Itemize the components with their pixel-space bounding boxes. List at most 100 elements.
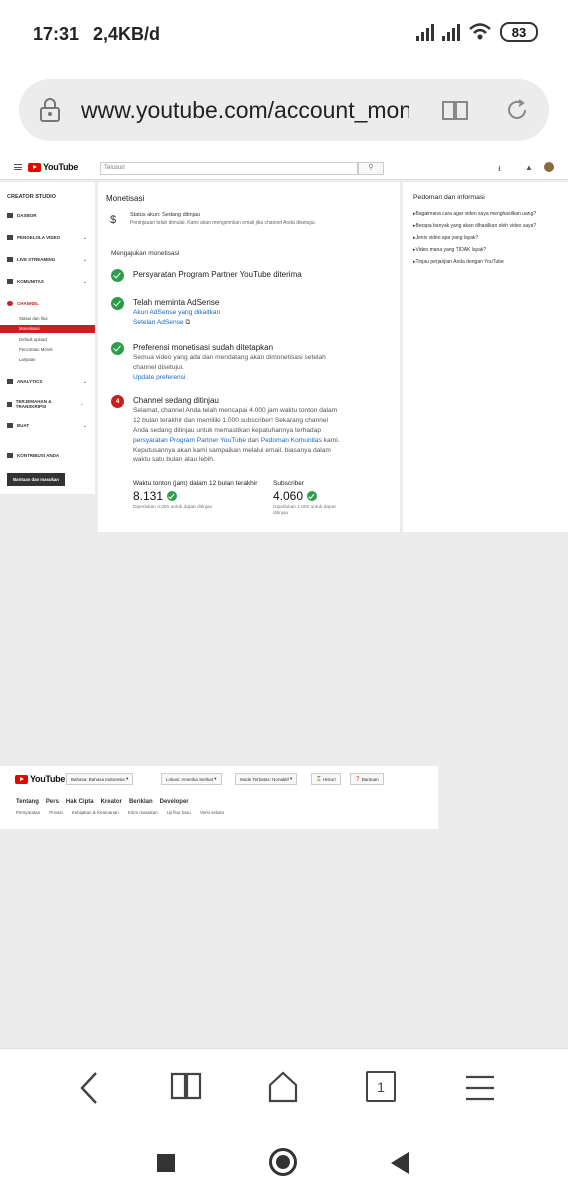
check-icon: [111, 297, 124, 310]
sidebar-item-community[interactable]: KOMUNITAS ⌄: [7, 278, 89, 285]
network-speed: 2,4KB/d: [93, 24, 161, 44]
watch-time-stat: Waktu tonton (jam) dalam 12 bulan terakh…: [133, 480, 258, 510]
chevron-down-icon: ⌄: [82, 256, 87, 263]
home-button-icon[interactable]: [269, 1148, 297, 1176]
reload-icon[interactable]: [505, 98, 529, 122]
sidebar-item-contributions[interactable]: KONTRIBUSI ANDA: [7, 453, 89, 458]
footer-links-primary: Tentang Pers Hak Cipta Kreator Beriklan …: [16, 799, 189, 805]
chevron-down-icon: ⌄: [82, 278, 87, 285]
check-icon: [111, 269, 124, 282]
translate-icon: [7, 401, 12, 407]
adsense-account-link[interactable]: Akun AdSense yang dikaitkan: [133, 308, 343, 318]
back-icon[interactable]: [78, 1071, 100, 1105]
url-text[interactable]: www.youtube.com/account_monetization: [81, 97, 409, 124]
external-link-icon: ⧉: [185, 318, 191, 326]
subscriber-stat: Subscriber 4.060 Diperlukan 1.000 untuk …: [273, 480, 336, 517]
footer-link[interactable]: Beriklan: [129, 799, 153, 805]
guideline-link[interactable]: Video mana yang TIDAK layak?: [413, 247, 487, 253]
create-icon: [7, 423, 13, 428]
sidebar-item-live-streaming[interactable]: LIVE STREAMING ⌄: [7, 256, 89, 263]
web-page: YouTube Telusuri ⚲ ⭳ ▲ CREATOR STUDIO DA…: [0, 154, 568, 1044]
menu-icon[interactable]: [465, 1075, 495, 1101]
youtube-logo[interactable]: YouTube: [15, 774, 65, 784]
hourglass-icon: ⌛: [316, 776, 322, 781]
community-guidelines-link[interactable]: Pedoman Komunitas: [261, 437, 322, 444]
sidebar-sub-monetization[interactable]: Monetisasi: [0, 325, 95, 333]
dashboard-icon: [7, 213, 13, 218]
sidebar-sub-status[interactable]: Status dan fitur: [19, 316, 48, 321]
sidebar-item-create[interactable]: BUAT ⌄: [7, 423, 89, 429]
check-icon: [307, 491, 318, 501]
sidebar-item-video-manager[interactable]: PENGELOLA VIDEO ⌄: [7, 234, 89, 241]
footer-link[interactable]: Kirim masukan: [128, 810, 158, 815]
search-input[interactable]: Telusuri: [100, 162, 358, 175]
footer-link[interactable]: Kebijakan & Keamanan: [72, 810, 119, 815]
menu-icon[interactable]: [14, 164, 22, 170]
sidebar-sub-upload-defaults[interactable]: Default upload: [19, 337, 47, 342]
channel-icon: [7, 301, 13, 306]
bell-icon[interactable]: ▲: [525, 163, 533, 172]
video-manager-icon: [7, 235, 13, 240]
account-status-desc: Peninjauan telah dimulai. Kami akan meng…: [130, 220, 316, 226]
help-icon: ❓: [355, 776, 361, 781]
footer-link[interactable]: Persyaratan: [16, 810, 40, 815]
home-icon[interactable]: [267, 1071, 299, 1103]
sidebar-item-dasbor[interactable]: DASBOR: [7, 213, 89, 218]
clock: 17:31: [33, 24, 80, 44]
sidebar-sub-advanced[interactable]: Lanjutan: [19, 357, 36, 362]
restricted-mode-button[interactable]: Mode Terbatas: Nonaktif ▾: [235, 773, 298, 785]
reader-mode-icon[interactable]: [441, 99, 469, 121]
address-field[interactable]: www.youtube.com/account_monetization: [19, 79, 549, 141]
chevron-down-icon: ⌄: [82, 234, 87, 241]
recents-icon[interactable]: [157, 1154, 175, 1172]
search-icon: ⚲: [368, 164, 374, 171]
history-button[interactable]: ⌛ Histori: [311, 773, 341, 785]
signal-icon: [416, 23, 434, 41]
lock-icon: [40, 98, 60, 122]
section-title: Mengajukan monetisasi: [111, 250, 180, 257]
footer-link[interactable]: Tentang: [16, 799, 39, 805]
upload-icon[interactable]: ⭳: [498, 163, 501, 177]
live-icon: [7, 257, 13, 262]
youtube-logo[interactable]: YouTube: [28, 162, 78, 172]
sidebar-item-analytics[interactable]: ANALYTICS ⌄: [7, 378, 89, 385]
guideline-link[interactable]: Tinjau perjanjian Anda dengan YouTube: [413, 259, 504, 265]
community-icon: [7, 279, 13, 284]
help-button[interactable]: ❓ Bantuan: [350, 773, 384, 785]
guideline-link[interactable]: Berapa banyak yang akan dihasilkan oleh …: [413, 223, 537, 229]
monetization-panel: Monetisasi $ Status akun: Sedang ditinja…: [98, 182, 400, 532]
yt-header: YouTube Telusuri ⚲ ⭳ ▲: [0, 154, 568, 180]
android-nav-bar: [0, 1126, 568, 1200]
search-button[interactable]: ⚲: [358, 162, 384, 175]
tabs-button[interactable]: 1: [366, 1071, 396, 1102]
update-preferences-link[interactable]: Update preferensi: [133, 373, 343, 383]
guidelines-title: Pedoman dan informasi: [413, 194, 485, 201]
avatar[interactable]: [544, 162, 554, 172]
chevron-down-icon: ⌄: [80, 401, 84, 406]
footer-link[interactable]: Pers: [46, 799, 59, 805]
guideline-link[interactable]: Jenis video apa yang layak?: [413, 235, 479, 241]
contribution-icon: [7, 453, 13, 458]
sidebar-item-translations[interactable]: TERJEMAHAN & TRANSKRIPSI: [7, 399, 69, 409]
sidebar-sub-branding[interactable]: Pencitraan Merek: [19, 347, 53, 352]
footer-link[interactable]: Uji fitur baru: [167, 810, 191, 815]
footer-link[interactable]: Hak Cipta: [66, 799, 94, 805]
chevron-down-icon: ⌄: [82, 378, 87, 385]
adsense-settings-link[interactable]: Setelan AdSense ⧉: [133, 318, 343, 328]
bookmarks-icon[interactable]: [170, 1071, 202, 1101]
play-logo-icon: [15, 774, 28, 784]
location-button[interactable]: Lokasi: Amerika Serikat ▾: [161, 773, 222, 785]
footer-link[interactable]: Kreator: [101, 799, 122, 805]
footer-link[interactable]: Versi seluler: [200, 810, 225, 815]
footer-link[interactable]: Privasi: [49, 810, 63, 815]
footer-link[interactable]: Developer: [160, 799, 189, 805]
language-button[interactable]: Bahasa: Bahasa Indonesia ▾: [66, 773, 134, 785]
guideline-link[interactable]: Bagaimana cara agar video saya menghasil…: [413, 211, 537, 217]
sidebar-item-channel[interactable]: CHANNEL: [7, 301, 89, 306]
signal-icon: [442, 23, 460, 41]
back-button-icon[interactable]: [391, 1152, 409, 1174]
footer-links-secondary: Persyaratan Privasi Kebijakan & Keamanan…: [16, 810, 224, 815]
step-number-badge: 4: [111, 395, 124, 408]
help-feedback-button[interactable]: Bantuan dan masukan: [7, 473, 65, 486]
ypp-requirements-link[interactable]: persyaratan Program Partner YouTube: [133, 437, 246, 444]
